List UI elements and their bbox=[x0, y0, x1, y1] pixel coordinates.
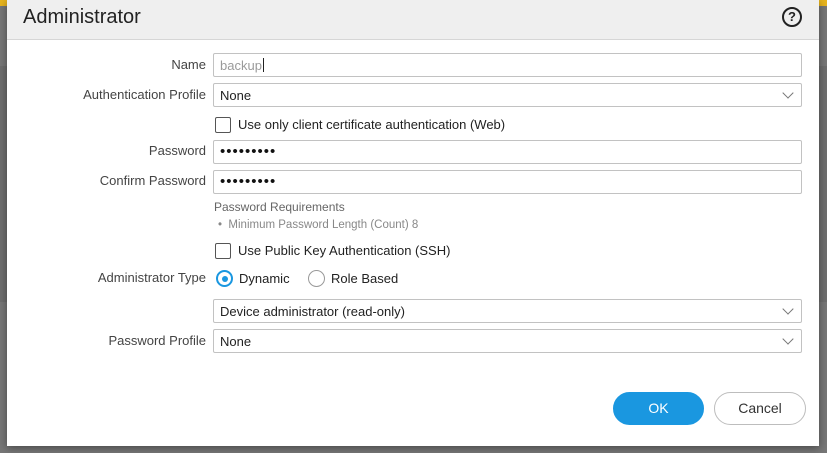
public-key-checkbox[interactable] bbox=[215, 243, 231, 259]
public-key-label: Use Public Key Authentication (SSH) bbox=[238, 243, 451, 258]
admin-type-dynamic-label: Dynamic bbox=[239, 271, 290, 286]
confirm-password-label: Confirm Password bbox=[99, 173, 206, 188]
bullet-icon: • bbox=[218, 219, 229, 231]
auth-profile-select[interactable]: None bbox=[213, 83, 802, 107]
cancel-button[interactable]: Cancel bbox=[714, 392, 806, 425]
help-icon[interactable]: ? bbox=[782, 7, 802, 27]
radio-unselected-icon[interactable] bbox=[308, 270, 325, 287]
password-requirements-title: Password Requirements bbox=[214, 200, 345, 214]
password-mask: ••••••••• bbox=[220, 143, 277, 160]
dialog-header: Administrator ? bbox=[7, 0, 819, 40]
text-cursor bbox=[262, 58, 264, 72]
admin-type-role-based-label: Role Based bbox=[331, 271, 399, 286]
name-value: backup bbox=[220, 58, 262, 73]
password-requirement-text: Minimum Password Length (Count) 8 bbox=[228, 219, 419, 231]
auth-profile-label: Authentication Profile bbox=[83, 87, 206, 102]
client-cert-label: Use only client certificate authenticati… bbox=[238, 117, 506, 132]
confirm-password-mask: ••••••••• bbox=[220, 173, 277, 190]
chevron-down-icon[interactable] bbox=[782, 303, 794, 315]
admin-role-value: Device administrator (read-only) bbox=[220, 304, 405, 319]
chevron-down-icon[interactable] bbox=[782, 333, 794, 345]
admin-type-label: Administrator Type bbox=[97, 270, 206, 285]
chevron-down-icon[interactable] bbox=[782, 87, 794, 99]
password-profile-select[interactable]: None bbox=[213, 329, 802, 353]
client-cert-checkbox[interactable] bbox=[215, 117, 231, 133]
password-requirement-item: • Minimum Password Length (Count) 8 bbox=[218, 219, 418, 231]
name-label: Name bbox=[171, 57, 206, 72]
dialog-title: Administrator bbox=[23, 6, 141, 28]
confirm-password-field[interactable]: ••••••••• bbox=[213, 170, 802, 194]
radio-selected-icon[interactable] bbox=[216, 270, 233, 287]
password-profile-label: Password Profile bbox=[108, 333, 206, 348]
administrator-dialog: Administrator ? Name backup Authenticati… bbox=[7, 0, 819, 446]
password-label: Password bbox=[148, 143, 206, 158]
ok-button[interactable]: OK bbox=[613, 392, 704, 425]
password-field[interactable]: ••••••••• bbox=[213, 140, 802, 164]
auth-profile-value: None bbox=[220, 88, 252, 103]
name-field[interactable]: backup bbox=[213, 53, 802, 77]
password-profile-value: None bbox=[220, 334, 252, 349]
admin-role-select[interactable]: Device administrator (read-only) bbox=[213, 299, 802, 323]
